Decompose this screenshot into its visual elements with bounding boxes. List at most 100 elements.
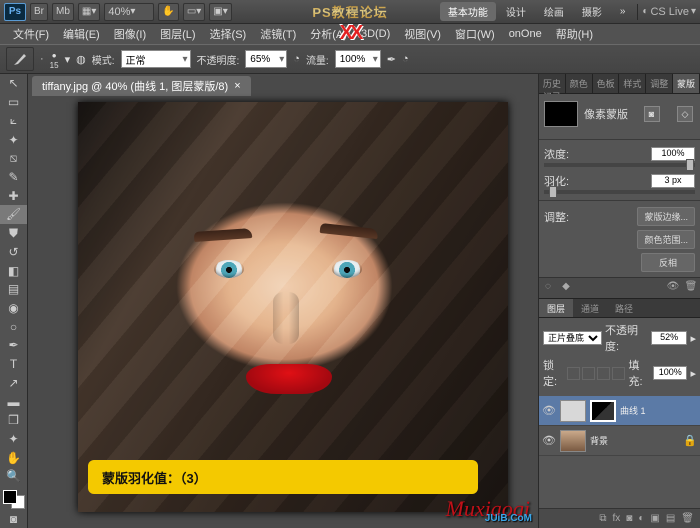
menu-view[interactable]: 视图(V) bbox=[397, 24, 448, 44]
tab-color[interactable]: 颜色 bbox=[566, 74, 593, 93]
mask-edge-button[interactable]: 蒙版边缘... bbox=[637, 207, 695, 226]
view-extras-button[interactable]: ▦▾ bbox=[78, 3, 100, 21]
brush-preview-icon[interactable]: • bbox=[52, 49, 57, 62]
tab-swatch[interactable]: 色板 bbox=[593, 74, 620, 93]
blur-tool[interactable]: ◉ bbox=[0, 299, 27, 318]
flow-input[interactable]: 100% bbox=[335, 50, 381, 68]
move-tool[interactable]: ↖ bbox=[0, 74, 27, 93]
pen-tool[interactable]: ✒ bbox=[0, 336, 27, 355]
minibridge-button[interactable]: Mb bbox=[52, 3, 74, 21]
feather-value[interactable]: 3 px bbox=[651, 174, 695, 188]
menu-image[interactable]: 图像(I) bbox=[107, 24, 153, 44]
workspace-essentials[interactable]: 基本功能 bbox=[440, 2, 496, 21]
blend-mode-select[interactable]: 正常 bbox=[121, 50, 191, 68]
screen-mode-button[interactable]: ▣▾ bbox=[209, 3, 231, 21]
menu-filter[interactable]: 滤镜(T) bbox=[253, 24, 303, 44]
image-thumb[interactable] bbox=[560, 430, 586, 452]
layer-mask-thumb[interactable] bbox=[590, 400, 616, 422]
visibility-icon[interactable]: 👁 bbox=[542, 434, 556, 448]
feather-slider[interactable] bbox=[544, 190, 695, 194]
tab-channels[interactable]: 通道 bbox=[573, 299, 607, 317]
tab-style[interactable]: 样式 bbox=[619, 74, 646, 93]
tab-close-icon[interactable]: × bbox=[234, 80, 240, 92]
menu-help[interactable]: 帮助(H) bbox=[549, 24, 600, 44]
zoom-level[interactable]: 40% ▾ bbox=[104, 3, 154, 21]
cslive-button[interactable]: ◐ CS Live ▾ bbox=[642, 6, 696, 18]
lock-trans-icon[interactable] bbox=[567, 367, 580, 380]
menu-select[interactable]: 选择(S) bbox=[203, 24, 254, 44]
invert-button[interactable]: 反相 bbox=[641, 253, 695, 272]
heal-tool[interactable]: ✚ bbox=[0, 186, 27, 205]
new-layer-icon[interactable]: ▤ bbox=[666, 513, 675, 524]
mask-thumbnail[interactable] bbox=[544, 101, 578, 127]
menu-layer[interactable]: 图层(L) bbox=[153, 24, 202, 44]
visibility-icon[interactable]: 👁 bbox=[542, 404, 556, 418]
gradient-tool[interactable]: ▤ bbox=[0, 280, 27, 299]
adjustment-thumb[interactable] bbox=[560, 400, 586, 422]
eraser-tool[interactable]: ◧ bbox=[0, 261, 27, 280]
apply-mask-icon[interactable]: ◆ bbox=[559, 281, 573, 295]
layer-row-curves[interactable]: 👁 曲线 1 bbox=[539, 396, 700, 426]
stamp-tool[interactable]: ⛊ bbox=[0, 224, 27, 243]
color-swatches[interactable] bbox=[3, 490, 25, 510]
trash-icon[interactable]: 🗑 bbox=[681, 513, 694, 524]
hand-button[interactable]: ✋ bbox=[158, 3, 178, 21]
pixel-mask-button[interactable]: ◙ bbox=[644, 106, 660, 122]
tab-mask[interactable]: 蒙版 bbox=[673, 74, 700, 93]
airbrush-icon[interactable]: ✒ bbox=[387, 53, 396, 66]
3d-tool[interactable]: ❒ bbox=[0, 411, 27, 430]
layer-opacity-input[interactable]: 52% bbox=[651, 331, 688, 345]
workspace-painting[interactable]: 绘画 bbox=[536, 2, 572, 21]
brush-tool[interactable]: 🖌 bbox=[0, 205, 27, 224]
lock-pixel-icon[interactable] bbox=[582, 367, 595, 380]
pressure-size-icon[interactable]: ◔ bbox=[402, 53, 409, 65]
eyedropper-tool[interactable]: ✎ bbox=[0, 168, 27, 187]
menu-file[interactable]: 文件(F) bbox=[6, 24, 56, 44]
vector-mask-button[interactable]: ◇ bbox=[677, 106, 693, 122]
load-selection-icon[interactable]: ◌ bbox=[541, 281, 555, 295]
lock-pos-icon[interactable] bbox=[597, 367, 610, 380]
tab-paths[interactable]: 路径 bbox=[607, 299, 641, 317]
tab-adjust[interactable]: 调整 bbox=[646, 74, 673, 93]
fill-input[interactable]: 100% bbox=[653, 366, 688, 380]
delete-mask-icon[interactable]: 🗑 bbox=[684, 281, 698, 295]
canvas[interactable]: 蒙版羽化值：（3） bbox=[78, 102, 508, 512]
history-brush-tool[interactable]: ↺ bbox=[0, 242, 27, 261]
hand-tool[interactable]: ✋ bbox=[0, 448, 27, 467]
bridge-button[interactable]: Br bbox=[30, 3, 48, 21]
quickmask-icon[interactable]: ◙ bbox=[0, 509, 27, 528]
group-icon[interactable]: ▣ bbox=[650, 513, 659, 524]
opacity-input[interactable]: 65% bbox=[245, 50, 287, 68]
adj-new-icon[interactable]: ◐ bbox=[638, 513, 644, 524]
workspace-more[interactable]: » bbox=[612, 4, 634, 19]
blend-mode-select[interactable]: 正片叠底 bbox=[543, 331, 602, 345]
type-tool[interactable]: T bbox=[0, 355, 27, 374]
arrange-button[interactable]: ▭▾ bbox=[183, 3, 205, 21]
zoom-tool[interactable]: 🔍 bbox=[0, 467, 27, 486]
mask-new-icon[interactable]: ◙ bbox=[626, 513, 632, 524]
color-range-button[interactable]: 颜色范围... bbox=[637, 230, 695, 249]
crop-tool[interactable]: ⧅ bbox=[0, 149, 27, 168]
marquee-tool[interactable]: ▭ bbox=[0, 93, 27, 112]
pressure-opacity-icon[interactable]: ◔ bbox=[293, 53, 300, 65]
shape-tool[interactable]: ▬ bbox=[0, 392, 27, 411]
layer-row-background[interactable]: 👁 背景 🔒 bbox=[539, 426, 700, 456]
document-tab[interactable]: tiffany.jpg @ 40% (曲线 1, 图层蒙版/8) × bbox=[32, 76, 251, 96]
menu-onone[interactable]: onOne bbox=[502, 26, 549, 42]
brush-icon[interactable] bbox=[6, 47, 34, 71]
dodge-tool[interactable]: ○ bbox=[0, 317, 27, 336]
brush-preset-dropdown-icon[interactable]: ▾ bbox=[65, 53, 71, 66]
quick-select-tool[interactable]: ✦ bbox=[0, 130, 27, 149]
lasso-tool[interactable]: ⟀ bbox=[0, 111, 27, 130]
3d-camera-tool[interactable]: ✦ bbox=[0, 430, 27, 449]
workspace-photography[interactable]: 摄影 bbox=[574, 2, 610, 21]
menu-window[interactable]: 窗口(W) bbox=[448, 24, 502, 44]
tab-layers[interactable]: 图层 bbox=[539, 299, 573, 317]
path-tool[interactable]: ↗ bbox=[0, 374, 27, 393]
menu-edit[interactable]: 编辑(E) bbox=[56, 24, 107, 44]
density-slider[interactable] bbox=[544, 163, 695, 167]
workspace-design[interactable]: 设计 bbox=[498, 2, 534, 21]
disable-mask-icon[interactable]: 👁 bbox=[666, 281, 680, 295]
lock-all-icon[interactable] bbox=[612, 367, 625, 380]
brush-panel-button[interactable]: ◍ bbox=[76, 53, 86, 66]
